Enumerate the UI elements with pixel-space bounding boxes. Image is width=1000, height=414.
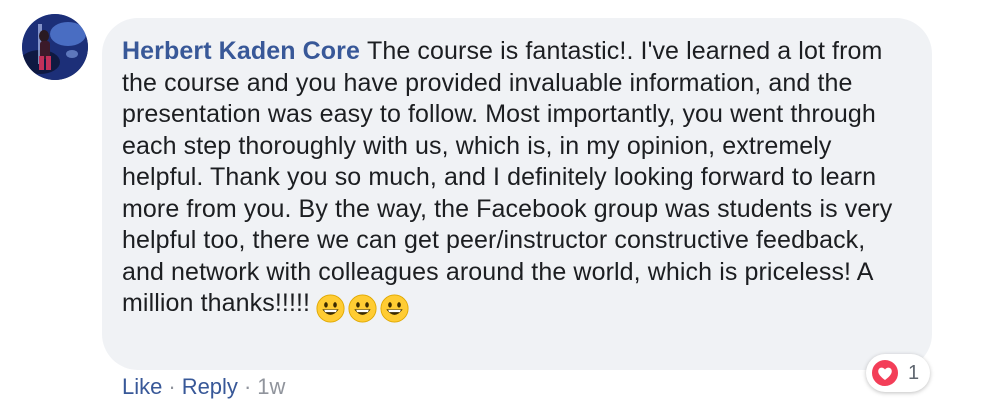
separator: · — [243, 374, 252, 399]
comment-bubble: Herbert Kaden Core The course is fantasti… — [102, 18, 932, 370]
reaction-count: 1 — [908, 361, 920, 384]
comment: Herbert Kaden Core The course is fantasti… — [0, 0, 1000, 414]
like-link[interactable]: Like — [122, 374, 162, 399]
reaction-badge[interactable]: 1 — [866, 354, 931, 392]
timestamp[interactable]: 1w — [257, 374, 285, 399]
comment-actions: Like · Reply · 1w — [122, 373, 285, 401]
separator: · — [168, 374, 176, 399]
reply-link[interactable]: Reply — [182, 374, 238, 399]
grinning-face-icon — [348, 294, 377, 323]
avatar[interactable] — [22, 14, 88, 80]
grinning-face-icon — [380, 294, 409, 323]
heart-icon — [870, 358, 900, 388]
grinning-face-icon — [316, 294, 345, 323]
emoji-group — [316, 294, 412, 326]
avatar-photo — [22, 14, 88, 80]
comment-text: Herbert Kaden Core The course is fantasti… — [122, 36, 912, 326]
author-name[interactable]: Herbert Kaden Core — [122, 37, 360, 65]
comment-body: The course is fantastic!. I've learned a… — [122, 37, 893, 317]
